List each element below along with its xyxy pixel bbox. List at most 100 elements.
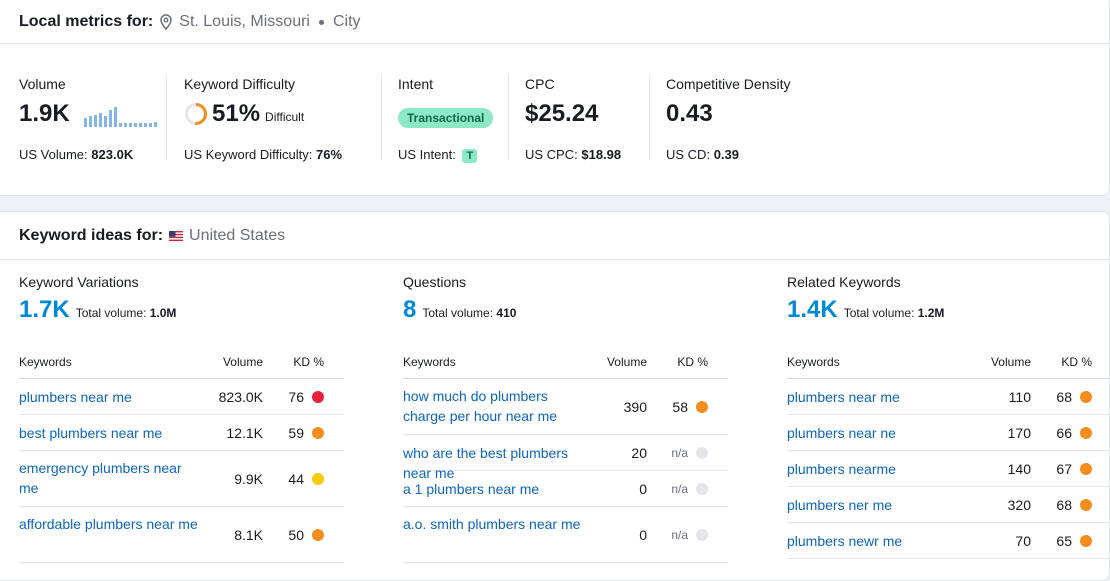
kd-metric: Keyword Difficulty 51% Difficult US Keyw…	[184, 76, 342, 162]
separator-dot	[318, 19, 324, 25]
keyword-ideas-label: Keyword ideas for:	[19, 226, 164, 244]
location-selector[interactable]: St. Louis, Missouri City	[159, 13, 361, 31]
volume-value: 1.9K	[19, 100, 70, 127]
header-volume: Volume	[606, 355, 647, 369]
us-volume-value: 823.0K	[91, 147, 134, 162]
kd-cell: 58	[672, 399, 688, 415]
keyword-table-body: plumbers near me 823.0K 76 best plumbers…	[19, 379, 344, 563]
keyword-link[interactable]: a 1 plumbers near me	[403, 479, 593, 499]
sparkline-bar	[113, 107, 117, 127]
us-flag-icon	[169, 230, 184, 241]
total-volume-label: Total volume:	[422, 306, 494, 320]
header-volume: Volume	[990, 355, 1031, 369]
volume-metric: Volume 1.9K US Volume: 823.0K	[19, 76, 157, 162]
kd-dot	[1080, 535, 1092, 547]
kd-ring-icon	[185, 103, 207, 125]
table-row: a 1 plumbers near me 0 n/a	[403, 471, 728, 507]
volume-cell: 12.1K	[226, 425, 263, 441]
header-keywords: Keywords	[403, 355, 456, 369]
keyword-link[interactable]: plumbers nearme	[787, 459, 967, 479]
column-title: Keyword Variations	[19, 274, 139, 290]
divider	[166, 74, 167, 160]
metrics-row: Volume 1.9K US Volume: 823.0K Keyword Di…	[0, 44, 1109, 194]
kd-cell: 76	[288, 389, 304, 405]
us-kd-value: 76%	[315, 147, 343, 162]
total-volume: Total volume: 410	[422, 306, 516, 320]
volume-cell: 110	[1008, 389, 1031, 405]
kd-cell: 50	[288, 527, 304, 543]
kd-cell: 68	[1056, 389, 1072, 405]
kd-value: 51%	[212, 100, 261, 127]
keyword-link[interactable]: plumbers near ne	[787, 423, 967, 443]
kd-cell: 44	[288, 471, 304, 487]
volume-cell: 0	[639, 527, 647, 543]
volume-cell: 320	[1007, 497, 1031, 513]
total-volume-value: 1.0M	[149, 306, 177, 320]
location-name: St. Louis, Missouri	[179, 13, 310, 30]
sparkline-bar	[103, 116, 107, 127]
keyword-idea-column: Questions 8 Total volume: 410 Keywords V…	[403, 274, 728, 563]
table-row: plumbers ner me 320 68	[787, 487, 1110, 523]
table-row: affordable plumbers near me 8.1K 50	[19, 507, 344, 563]
volume-cell: 70	[1015, 533, 1031, 549]
keyword-idea-column: Keyword Variations 1.7K Total volume: 1.…	[19, 274, 344, 563]
keyword-link[interactable]: how much do plumbers charge per hour nea…	[403, 386, 593, 426]
country-selector[interactable]: United States	[169, 227, 285, 245]
kd-cell: n/a	[671, 446, 688, 460]
table-row: a.o. smith plumbers near me 0 n/a	[403, 507, 728, 563]
intent-metric: Intent Transactional US Intent: T	[398, 76, 494, 163]
keyword-link[interactable]: plumbers near me	[787, 387, 967, 407]
intent-badge: Transactional	[398, 108, 494, 128]
table-row: emergency plumbers near me 9.9K 44	[19, 451, 344, 507]
column-count-link[interactable]: 1.4K	[787, 296, 838, 324]
keyword-idea-column: Related Keywords 1.4K Total volume: 1.2M…	[787, 274, 1110, 559]
table-row: plumbers nearme 140 67	[787, 451, 1110, 487]
sparkline-bar	[128, 123, 132, 127]
keyword-link[interactable]: a.o. smith plumbers near me	[403, 514, 593, 534]
column-count-link[interactable]: 8	[403, 296, 416, 324]
keyword-link[interactable]: plumbers ner me	[787, 495, 967, 515]
us-cd-label: US CD:	[666, 147, 711, 162]
sparkline-bar	[143, 123, 147, 127]
volume-cell: 140	[1007, 461, 1031, 477]
sparkline-bar	[133, 123, 137, 127]
us-intent-badge: T	[462, 149, 478, 163]
kd-dot	[1080, 391, 1092, 403]
volume-trend-sparkline[interactable]	[83, 105, 157, 127]
us-cd: US CD: 0.39	[666, 147, 791, 162]
us-kd: US Keyword Difficulty: 76%	[184, 147, 342, 162]
kd-cell: 59	[288, 425, 304, 441]
us-cpc-label: US CPC:	[525, 147, 578, 162]
keyword-link[interactable]: emergency plumbers near me	[19, 458, 199, 498]
cpc-value: $25.24	[525, 100, 599, 127]
kd-dot	[312, 427, 324, 439]
kd-dot	[696, 447, 708, 459]
volume-cell: 8.1K	[234, 527, 263, 543]
table-row: plumbers newr me 70 65	[787, 523, 1110, 559]
keyword-link[interactable]: affordable plumbers near me	[19, 514, 199, 534]
keyword-link[interactable]: plumbers newr me	[787, 531, 967, 551]
cd-metric: Competitive Density 0.43 US CD: 0.39	[666, 76, 791, 162]
kd-dot	[312, 391, 324, 403]
column-count-link[interactable]: 1.7K	[19, 296, 70, 324]
kd-level: Difficult	[265, 110, 305, 124]
total-volume-label: Total volume:	[843, 306, 915, 320]
sparkline-bar	[83, 118, 87, 127]
keyword-ideas-header: Keyword ideas for: United States	[0, 212, 1109, 260]
total-volume-value: 1.2M	[917, 306, 945, 320]
divider	[508, 74, 509, 160]
divider	[381, 74, 382, 160]
keyword-table-body: plumbers near me 110 68 plumbers near ne…	[787, 379, 1110, 559]
kd-cell: n/a	[671, 482, 688, 496]
volume-title: Volume	[19, 76, 66, 92]
keyword-link[interactable]: plumbers near me	[19, 387, 199, 407]
us-kd-label: US Keyword Difficulty:	[184, 147, 313, 162]
us-intent-label: US Intent:	[398, 147, 456, 162]
header-kd: KD %	[293, 355, 324, 369]
cd-value: 0.43	[666, 100, 713, 127]
keyword-link[interactable]: best plumbers near me	[19, 423, 199, 443]
volume-cell: 390	[623, 399, 647, 415]
table-header: Keywords Volume KD %	[787, 355, 1110, 379]
column-title: Questions	[403, 274, 467, 290]
keyword-table-body: how much do plumbers charge per hour nea…	[403, 379, 728, 563]
